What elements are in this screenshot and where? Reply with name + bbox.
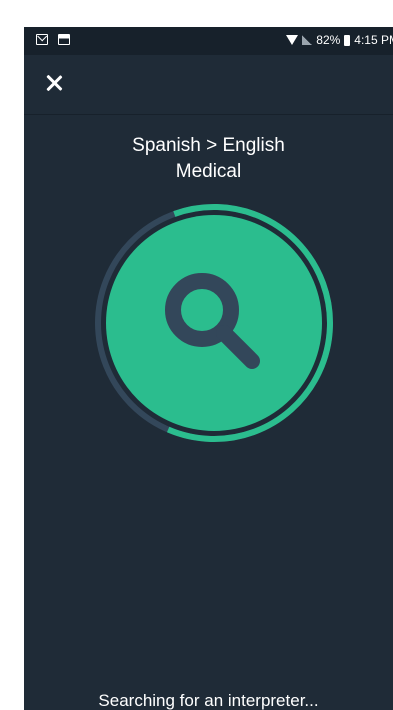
language-pair: Spanish > English (132, 135, 285, 156)
image-icon (58, 34, 70, 45)
status-bar: 82% 4:15 PM (24, 27, 393, 55)
session-category: Medical (175, 161, 242, 182)
search-status-text: Searching for an interpreter... (98, 691, 319, 710)
header-divider (24, 114, 393, 115)
search-progress-indicator (95, 204, 333, 442)
search-circle (106, 215, 322, 431)
close-icon[interactable] (42, 71, 66, 95)
signal-icon (302, 35, 313, 45)
status-bar-left (36, 34, 70, 45)
wifi-icon (286, 35, 299, 45)
status-bar-right: 82% 4:15 PM (286, 33, 393, 47)
battery-icon (344, 34, 351, 46)
clock: 4:15 PM (354, 33, 393, 47)
battery-percent: 82% (316, 33, 341, 47)
mail-icon (36, 34, 48, 45)
app-screen: 82% 4:15 PM Spanish > English Medical Se… (24, 27, 393, 710)
